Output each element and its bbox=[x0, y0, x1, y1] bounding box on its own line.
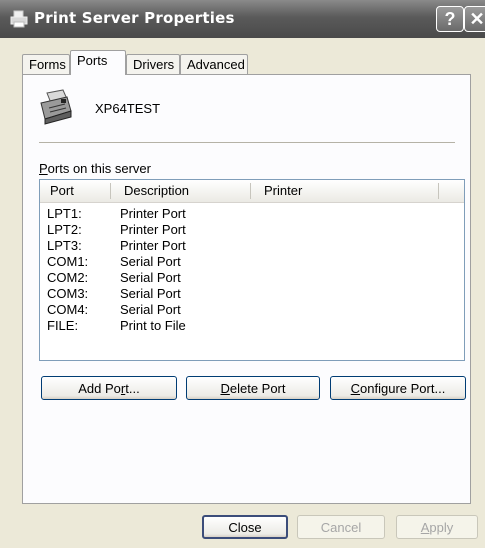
mnemonic-letter: A bbox=[420, 519, 430, 535]
mnemonic-letter: D bbox=[220, 380, 230, 396]
port-name: LPT1: bbox=[47, 206, 82, 221]
list-item[interactable]: LPT1: Printer Port bbox=[40, 205, 464, 221]
port-name: LPT3: bbox=[47, 238, 82, 253]
cancel-button[interactable]: Cancel bbox=[297, 515, 385, 539]
close-icon: ✕ bbox=[469, 8, 485, 29]
tab-drivers[interactable]: Drivers bbox=[126, 54, 180, 74]
port-name: COM4: bbox=[47, 302, 89, 317]
port-name: COM2: bbox=[47, 270, 89, 285]
tab-advanced[interactable]: Advanced bbox=[180, 54, 248, 74]
tab-ports[interactable]: Ports bbox=[70, 50, 126, 75]
port-name: COM1: bbox=[47, 254, 89, 269]
add-port-label-b: t... bbox=[125, 380, 140, 396]
printer-icon bbox=[10, 10, 28, 28]
port-name: LPT2: bbox=[47, 222, 82, 237]
port-description: Printer Port bbox=[120, 222, 186, 237]
port-description: Print to File bbox=[120, 318, 186, 333]
ports-list[interactable]: Port Description Printer LPT1: Printer P… bbox=[39, 179, 465, 361]
apply-button[interactable]: Apply bbox=[396, 515, 478, 539]
port-name: COM3: bbox=[47, 286, 89, 301]
port-name: FILE: bbox=[47, 318, 79, 333]
delete-port-label: elete Port bbox=[229, 380, 286, 396]
ports-on-server-label: Ports on this server bbox=[39, 161, 151, 176]
port-description: Serial Port bbox=[120, 270, 181, 285]
help-button[interactable]: ? bbox=[436, 6, 464, 32]
list-item[interactable]: COM1: Serial Port bbox=[40, 253, 464, 269]
column-header-description[interactable]: Description bbox=[124, 183, 189, 198]
printer-icon bbox=[40, 89, 72, 125]
apply-label: pply bbox=[429, 519, 454, 535]
list-item[interactable]: LPT3: Printer Port bbox=[40, 237, 464, 253]
list-item[interactable]: COM3: Serial Port bbox=[40, 285, 464, 301]
column-header-port[interactable]: Port bbox=[50, 183, 74, 198]
close-window-button[interactable]: ✕ bbox=[464, 6, 485, 32]
tab-forms[interactable]: Forms bbox=[22, 54, 70, 74]
divider bbox=[39, 142, 455, 143]
close-button[interactable]: Close bbox=[202, 515, 288, 539]
list-item[interactable]: LPT2: Printer Port bbox=[40, 221, 464, 237]
list-item[interactable]: FILE: Print to File bbox=[40, 317, 464, 333]
port-description: Printer Port bbox=[120, 238, 186, 253]
port-description: Serial Port bbox=[120, 254, 181, 269]
configure-port-label: onfigure Port... bbox=[360, 380, 446, 396]
list-item[interactable]: COM4: Serial Port bbox=[40, 301, 464, 317]
column-separator[interactable] bbox=[110, 183, 111, 199]
add-port-label-a: Add Po bbox=[78, 380, 121, 396]
column-header-printer[interactable]: Printer bbox=[264, 183, 302, 198]
ports-tab-panel: XP64TEST Ports on this server Port Descr… bbox=[22, 74, 471, 504]
port-description: Serial Port bbox=[120, 286, 181, 301]
mnemonic-letter: P bbox=[39, 161, 48, 176]
list-header: Port Description Printer bbox=[40, 180, 464, 203]
mnemonic-letter: C bbox=[350, 380, 361, 396]
label-rest: orts on this server bbox=[47, 161, 151, 176]
server-name: XP64TEST bbox=[95, 101, 161, 116]
port-description: Printer Port bbox=[120, 206, 186, 221]
delete-port-button[interactable]: Delete Port bbox=[186, 376, 320, 400]
port-description: Serial Port bbox=[120, 302, 181, 317]
list-item[interactable]: COM2: Serial Port bbox=[40, 269, 464, 285]
window-title: Print Server Properties bbox=[34, 9, 235, 27]
print-server-properties-dialog: Print Server Properties ? ✕ Forms Ports … bbox=[0, 0, 485, 548]
column-separator[interactable] bbox=[250, 183, 251, 199]
column-separator[interactable] bbox=[438, 183, 439, 199]
add-port-button[interactable]: Add Po r t... bbox=[41, 376, 177, 400]
title-bar[interactable]: Print Server Properties ? ✕ bbox=[0, 0, 485, 38]
configure-port-button[interactable]: Configure Port... bbox=[330, 376, 466, 400]
